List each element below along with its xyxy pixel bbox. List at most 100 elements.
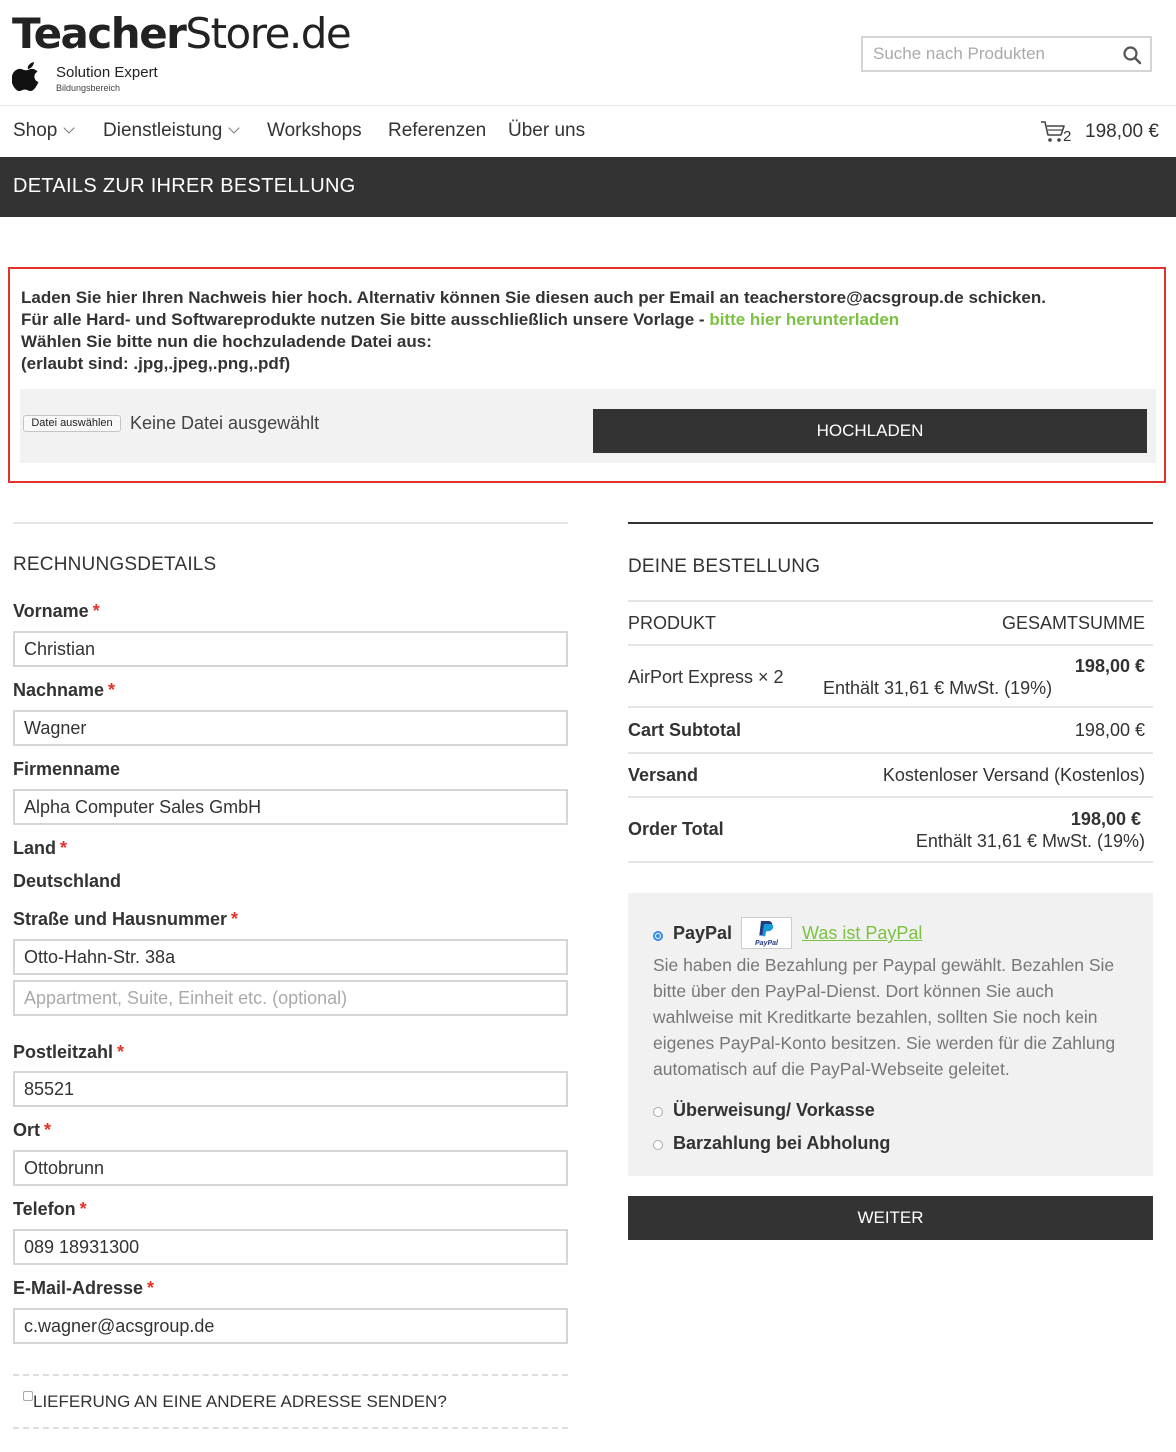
what-is-paypal-link[interactable]: Was ist PayPal (802, 923, 922, 944)
divider (13, 1374, 568, 1376)
paypal-logo-icon: PayPal (741, 917, 792, 949)
nav-item-workshops[interactable]: Workshops (267, 120, 362, 142)
nav-item-ueber-uns[interactable]: Über uns (508, 120, 585, 142)
telefon-label-text: Telefon (13, 1199, 76, 1219)
order-title: DEINE BESTELLUNG (628, 556, 821, 577)
search-box (861, 36, 1152, 72)
telefon-label: Telefon * (13, 1199, 87, 1220)
paypal-logo-text: PayPal (755, 940, 779, 947)
continue-button[interactable]: WEITER (628, 1196, 1153, 1240)
upload-instructions: Laden Sie hier Ihren Nachweis hier hoch.… (21, 287, 1046, 375)
upload-template-text: Für alle Hard- und Softwareprodukte nutz… (21, 310, 710, 329)
solution-expert-subtitle: Bildungsbereich (56, 83, 121, 93)
plz-label: Postleitzahl * (13, 1042, 124, 1063)
strasse-label-text: Straße und Hausnummer (13, 909, 228, 929)
required-mark: * (147, 1278, 155, 1298)
firma-label-text: Firmenname (13, 759, 121, 779)
divider (13, 1427, 568, 1429)
apple-logo-icon (12, 62, 39, 91)
divider (13, 522, 568, 524)
transfer-radio[interactable] (653, 1107, 663, 1117)
cash-label[interactable]: Barzahlung bei Abholung (673, 1133, 890, 1154)
cart-count-badge: 2 (1063, 128, 1072, 145)
email-label: E-Mail-Adresse * (13, 1278, 154, 1299)
paypal-mark-icon: PayPal (755, 921, 779, 947)
logo-light-text: Store.de (185, 9, 351, 58)
nav-item-label: Workshops (267, 120, 362, 141)
upload-button[interactable]: HOCHLADEN (593, 409, 1147, 453)
land-label: Land * (13, 838, 67, 859)
vorname-field[interactable] (13, 631, 568, 667)
payment-methods: PayPal PayPal Was ist PayPal Sie haben d… (628, 893, 1153, 1176)
nav-item-label: Dienstleistung (103, 120, 223, 141)
firma-field[interactable] (13, 789, 568, 825)
ship-other-address-checkbox[interactable] (23, 1391, 33, 1401)
ship-other-address-label[interactable]: LIEFERUNG AN EINE ANDERE ADRESSE SENDEN? (33, 1392, 447, 1412)
file-status: Keine Datei ausgewählt (130, 413, 320, 433)
page-title-bar: DETAILS ZUR IHRER BESTELLUNG (0, 157, 1176, 217)
choose-file-button[interactable]: Datei auswählen (23, 415, 121, 432)
allowed-file-types: (erlaubt sind: .jpg,.jpeg,.png,.pdf) (21, 354, 291, 373)
chevron-down-icon (228, 122, 241, 134)
required-mark: * (79, 1199, 87, 1219)
nav-item-label: Shop (13, 120, 58, 141)
nav-item-label: Referenzen (388, 120, 487, 141)
required-mark: * (44, 1120, 52, 1140)
upload-box: Laden Sie hier Ihren Nachweis hier hoch.… (8, 267, 1166, 483)
nachname-label: Nachname * (13, 680, 115, 701)
upload-instruction-line: Wählen Sie bitte nun die hochzuladende D… (21, 332, 432, 351)
vorname-label-text: Vorname (13, 601, 89, 621)
upload-instruction-line: Für alle Hard- und Softwareprodukte nutz… (21, 309, 1046, 331)
ort-field[interactable] (13, 1150, 568, 1186)
email-label-text: E-Mail-Adresse (13, 1278, 144, 1298)
col-header-total: GESAMTSUMME (1001, 613, 1145, 633)
telefon-field[interactable] (13, 1229, 568, 1265)
search-icon[interactable] (1122, 45, 1142, 65)
upload-controls: Datei auswählen Keine Datei ausgewählt H… (20, 389, 1156, 463)
divider (628, 796, 1153, 798)
divider (628, 706, 1153, 708)
order-item-tax: Enthält 31,61 € MwSt. (19%) (823, 678, 1053, 698)
upload-instruction-line: Laden Sie hier Ihren Nachweis hier hoch.… (21, 288, 1046, 307)
required-mark: * (117, 1042, 125, 1062)
address2-field[interactable] (13, 980, 568, 1016)
nachname-label-text: Nachname (13, 680, 105, 700)
nav-item-referenzen[interactable]: Referenzen (388, 120, 486, 142)
solution-expert-title: Solution Expert (56, 64, 158, 81)
divider (628, 600, 1153, 602)
transfer-label[interactable]: Überweisung/ Vorkasse (673, 1100, 875, 1121)
paypal-label[interactable]: PayPal (673, 923, 732, 944)
logo-bold-text: Teacher (12, 9, 187, 58)
paypal-radio[interactable] (653, 931, 663, 941)
strasse-label: Straße und Hausnummer * (13, 909, 238, 930)
plz-field[interactable] (13, 1071, 568, 1107)
divider (628, 644, 1153, 646)
site-header: TeacherStore.de Solution Expert Bildungs… (0, 0, 1176, 106)
required-mark: * (60, 838, 68, 858)
divider (628, 752, 1153, 754)
order-total-label: Order Total (628, 819, 724, 839)
divider (628, 861, 1153, 863)
nav-item-shop[interactable]: Shop (13, 120, 76, 142)
shipping-label: Versand (628, 765, 699, 785)
required-mark: * (92, 601, 100, 621)
firma-label: Firmenname (13, 759, 120, 780)
order-item-name: AirPort Express × 2 (628, 667, 784, 687)
ort-label-text: Ort (13, 1120, 40, 1140)
subtotal-label: Cart Subtotal (628, 720, 742, 740)
email-field[interactable] (13, 1308, 568, 1344)
chevron-down-icon (63, 122, 76, 134)
cash-radio[interactable] (653, 1140, 663, 1150)
vorname-label: Vorname * (13, 601, 100, 622)
subtotal-value: 198,00 € (1074, 720, 1145, 740)
nav-item-dienstleistung[interactable]: Dienstleistung (103, 120, 241, 142)
site-logo[interactable]: TeacherStore.de (12, 9, 352, 58)
page-title: DETAILS ZUR IHRER BESTELLUNG (13, 175, 356, 197)
search-input[interactable] (863, 38, 1103, 70)
order-total-tax: Enthält 31,61 € MwSt. (19%) (915, 831, 1145, 851)
plz-label-text: Postleitzahl (13, 1042, 114, 1062)
strasse-field[interactable] (13, 939, 568, 975)
download-template-link[interactable]: bitte hier herunterladen (709, 310, 899, 329)
col-header-product: PRODUKT (628, 613, 717, 633)
nachname-field[interactable] (13, 710, 568, 746)
